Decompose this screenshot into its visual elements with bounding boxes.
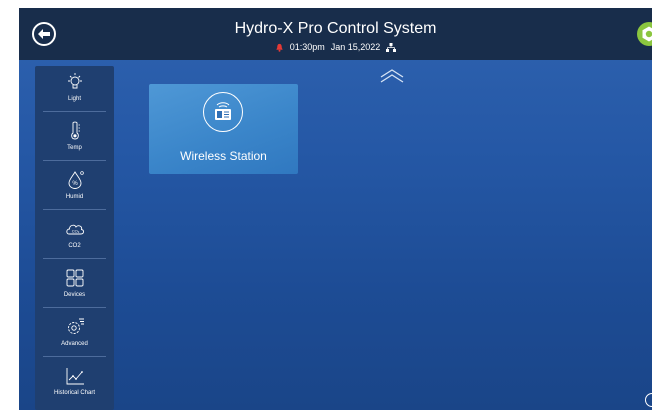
thermometer-icon [70, 121, 80, 140]
card-label: Wireless Station [180, 149, 267, 163]
sidebar-item-label: Temp [67, 145, 82, 151]
double-chevron-up-icon[interactable] [378, 68, 406, 86]
advanced-settings-icon [67, 318, 84, 334]
status-line: 01:30pm Jan 15,2022 [19, 42, 652, 52]
wireless-station-icon [203, 92, 243, 132]
humidity-icon: % [68, 171, 84, 189]
floating-button[interactable] [645, 393, 652, 407]
sidebar-item-temp[interactable]: Temp [35, 115, 114, 161]
sidebar-item-label: Devices [63, 292, 86, 298]
svg-text:%: % [72, 181, 78, 187]
alarm-bell-icon[interactable] [275, 43, 284, 52]
sidebar-item-devices[interactable]: Devices [35, 262, 114, 308]
header-bar: Hydro-X Pro Control System 01:30pm Jan 1… [19, 8, 652, 60]
clock-time: 01:30pm [289, 42, 325, 52]
sidebar-item-light[interactable]: Light [35, 66, 114, 112]
sidebar-item-historical-chart[interactable]: Historical Chart [35, 360, 114, 406]
sidebar: Light Temp % Humid CO₂ CO2 Devices Advan… [35, 66, 114, 410]
light-bulb-icon [67, 73, 82, 89]
app-frame: Hydro-X Pro Control System 01:30pm Jan 1… [19, 8, 652, 410]
gear-icon [642, 26, 652, 42]
devices-grid-icon [66, 269, 83, 287]
page-title: Hydro-X Pro Control System [234, 20, 437, 37]
co2-cloud-icon: CO₂ [65, 224, 84, 235]
clock-date: Jan 15,2022 [330, 42, 381, 52]
chart-icon [66, 368, 84, 385]
sidebar-item-label: Humid [65, 194, 84, 200]
network-icon [386, 42, 397, 52]
sidebar-item-label: CO2 [68, 243, 81, 249]
wireless-station-card[interactable]: Wireless Station [149, 84, 298, 174]
svg-text:CO₂: CO₂ [71, 229, 79, 234]
sidebar-item-co2[interactable]: CO₂ CO2 [35, 213, 114, 259]
sidebar-item-label: Historical Chart [53, 390, 95, 396]
sidebar-item-advanced[interactable]: Advanced [35, 311, 114, 357]
sidebar-item-label: Advanced [61, 341, 88, 347]
sidebar-item-label: Light [67, 96, 81, 102]
sidebar-item-humid[interactable]: % Humid [35, 164, 114, 210]
